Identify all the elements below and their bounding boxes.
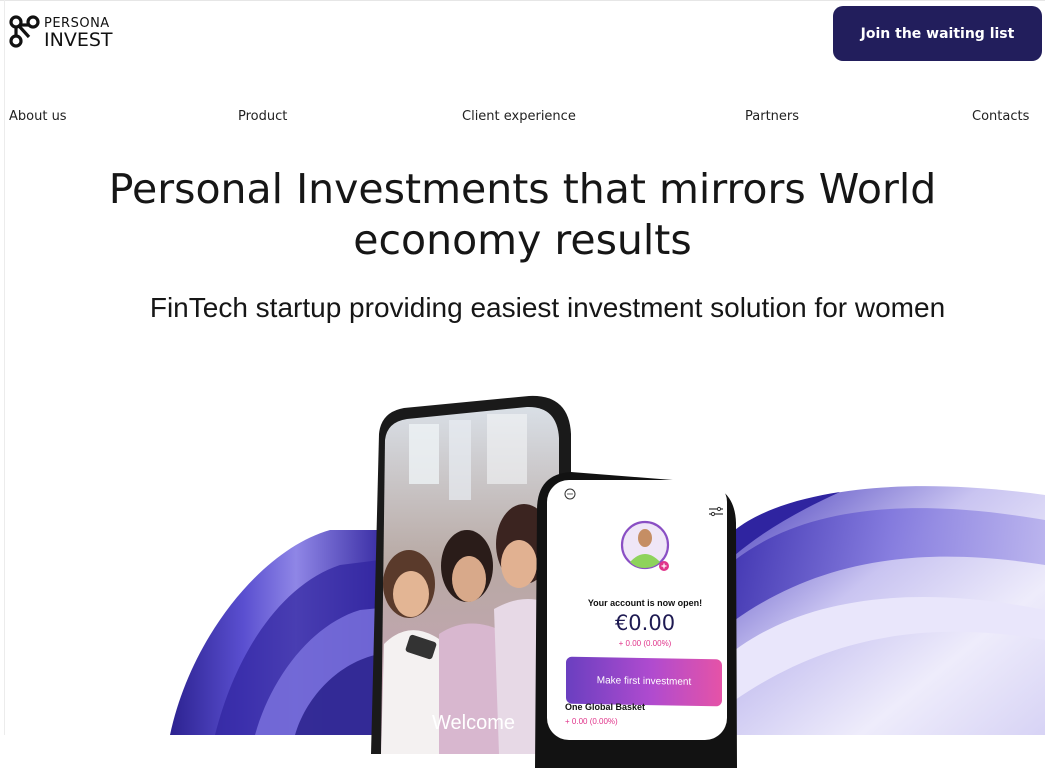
welcome-text: Welcome [432, 712, 515, 734]
brand-logo[interactable]: PERSONA INVEST [9, 14, 124, 50]
basket-name: One Global Basket [565, 702, 646, 712]
top-border [0, 0, 1045, 1]
chat-icon[interactable] [564, 488, 576, 500]
profile-avatar[interactable] [620, 518, 670, 576]
nav-about-us[interactable]: About us [9, 109, 67, 124]
join-waiting-list-button[interactable]: Join the waiting list [833, 6, 1042, 61]
basket-change: + 0.00 (0.00%) [565, 717, 618, 726]
hero-headline-line1: Personal Investments that mirrors World [108, 165, 937, 213]
account-balance: €0.00 [614, 611, 676, 635]
hero-headline-line2: economy results [353, 216, 692, 264]
hero-headline: Personal Investments that mirrors World … [0, 164, 1045, 266]
account-status-text: Your account is now open! [587, 598, 703, 608]
brand-name-line2: INVEST [44, 29, 113, 51]
phone-app-screen: Your account is now open! €0.00 + 0.00 (… [547, 480, 727, 740]
make-first-investment-button[interactable]: Make first investment [566, 656, 722, 707]
hero-subheadline: FinTech startup providing easiest invest… [149, 292, 946, 323]
nav-partners[interactable]: Partners [745, 109, 799, 124]
settings-sliders-icon[interactable] [708, 506, 724, 520]
nav-client-experience[interactable]: Client experience [462, 109, 576, 124]
nav-contacts[interactable]: Contacts [972, 109, 1029, 124]
balance-change: + 0.00 (0.00%) [618, 639, 672, 648]
nav-product[interactable]: Product [238, 109, 287, 124]
three-node-link-icon [9, 15, 40, 48]
